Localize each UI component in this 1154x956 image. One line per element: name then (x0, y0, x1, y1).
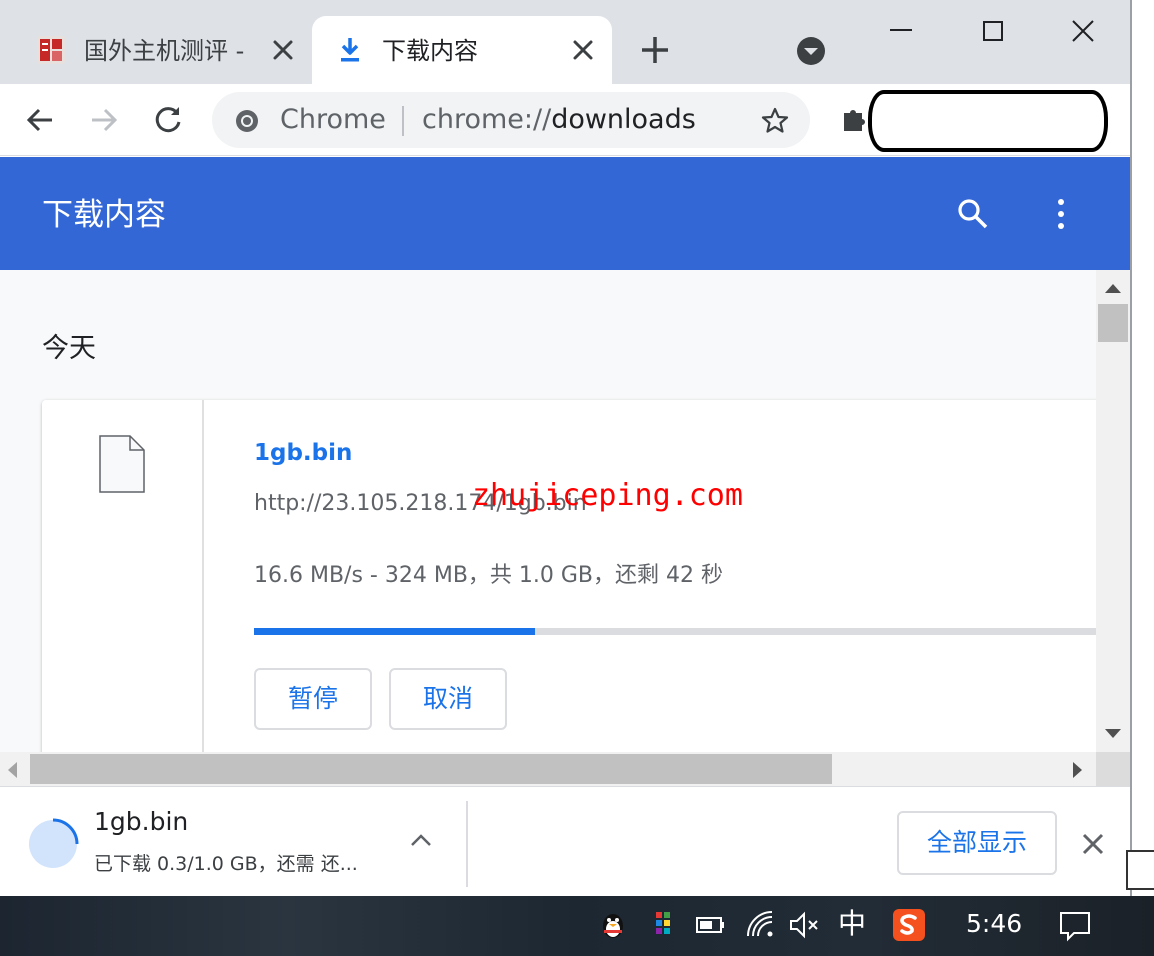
shelf-divider (466, 801, 468, 887)
qq-penguin-icon[interactable] (596, 908, 630, 942)
progress-fill (254, 628, 536, 635)
vertical-scroll-thumb[interactable] (1098, 304, 1128, 342)
action-center-icon[interactable] (1058, 908, 1092, 942)
show-all-button[interactable]: 全部显示 (897, 811, 1057, 875)
downloads-header: 下载内容 (0, 157, 1130, 270)
watermark-text: zhujiceping.com (472, 478, 743, 513)
new-tab-icon[interactable] (638, 33, 672, 67)
color-blocks-app-icon[interactable] (648, 908, 682, 942)
omnibox-url[interactable]: chrome://downloads (422, 104, 696, 136)
url-host: downloads (551, 104, 696, 135)
download-status: 16.6 MB/s - 324 MB，共 1.0 GB，还剩 42 秒 (254, 563, 724, 588)
maximize-icon[interactable] (978, 16, 1008, 46)
battery-icon[interactable] (694, 908, 728, 942)
shelf-status: 已下载 0.3/1.0 GB，还需 还... (94, 853, 358, 875)
page-title: 下载内容 (42, 197, 166, 233)
tab-search-icon[interactable] (796, 36, 826, 66)
file-icon (99, 435, 145, 493)
extensions-puzzle-icon[interactable] (838, 104, 870, 136)
ime-indicator[interactable]: 中 (838, 906, 866, 942)
close-tab-icon[interactable] (270, 37, 296, 63)
pause-button[interactable]: 暂停 (254, 668, 372, 730)
download-icon (341, 38, 359, 62)
close-tab-icon[interactable] (570, 37, 596, 63)
cancel-button[interactable]: 取消 (389, 668, 507, 730)
address-bar[interactable]: Chrome chrome://downloads (212, 92, 810, 148)
minimize-icon[interactable] (884, 16, 918, 46)
shelf-file-name[interactable]: 1gb.bin (94, 807, 188, 837)
sogou-input-icon[interactable] (892, 908, 926, 942)
scrollbar-corner (1096, 752, 1130, 786)
download-card: 1gb.bin http://23.105.218.174/1gb.bin 16… (42, 400, 1096, 752)
scroll-down-arrow-icon[interactable] (1104, 728, 1122, 740)
back-arrow-icon[interactable] (22, 102, 58, 138)
desktop-background-strip (1130, 0, 1154, 896)
download-shelf: 1gb.bin 已下载 0.3/1.0 GB，还需 还... 全部显示 (0, 786, 1130, 896)
site-logo-icon (37, 36, 65, 64)
horizontal-scrollbar[interactable] (0, 752, 1096, 786)
reload-icon[interactable] (150, 102, 186, 138)
tab-strip: 国外主机测评 - | 下载内容 (0, 0, 1130, 84)
browser-toolbar: Chrome chrome://downloads (0, 84, 1130, 156)
close-shelf-icon[interactable] (1080, 831, 1106, 857)
downloads-list: 今天 1gb.bin http://23.105.218.174/1gb.bin… (0, 270, 1096, 752)
bookmark-star-icon[interactable] (760, 106, 790, 136)
omnibox-chip-label: Chrome (280, 104, 386, 135)
date-group-heading: 今天 (42, 333, 96, 364)
file-name-link[interactable]: 1gb.bin (254, 438, 352, 468)
search-icon[interactable] (956, 197, 990, 231)
window-close-icon[interactable] (1068, 16, 1098, 46)
chevron-up-icon[interactable] (408, 831, 434, 849)
tab-title: 国外主机测评 - | (84, 37, 249, 65)
speaker-muted-icon[interactable] (788, 908, 822, 942)
vertical-scrollbar[interactable] (1096, 270, 1130, 752)
forward-arrow-icon[interactable] (86, 102, 122, 138)
background-window-edge (1126, 850, 1154, 890)
chrome-logo-icon (236, 110, 258, 132)
more-vert-icon[interactable] (1048, 197, 1074, 231)
scroll-up-arrow-icon[interactable] (1104, 282, 1122, 294)
card-icon-column (42, 400, 204, 752)
download-progress-ring-icon (29, 818, 79, 868)
download-progress-bar (254, 628, 1096, 635)
scroll-left-arrow-icon[interactable] (6, 761, 18, 779)
windows-taskbar: 中 5:46 (0, 896, 1154, 956)
horizontal-scroll-thumb[interactable] (30, 754, 832, 784)
url-prefix: chrome:// (422, 104, 552, 135)
tab-title: 下载内容 (382, 37, 478, 65)
tab-downloads[interactable]: 下载内容 (312, 16, 612, 84)
tab-site[interactable]: 国外主机测评 - | (14, 16, 312, 84)
omnibox-divider (402, 106, 404, 136)
redacted-profile-area (868, 90, 1108, 152)
taskbar-clock[interactable]: 5:46 (966, 908, 1022, 940)
wifi-icon[interactable] (744, 908, 778, 942)
scroll-right-arrow-icon[interactable] (1072, 761, 1084, 779)
